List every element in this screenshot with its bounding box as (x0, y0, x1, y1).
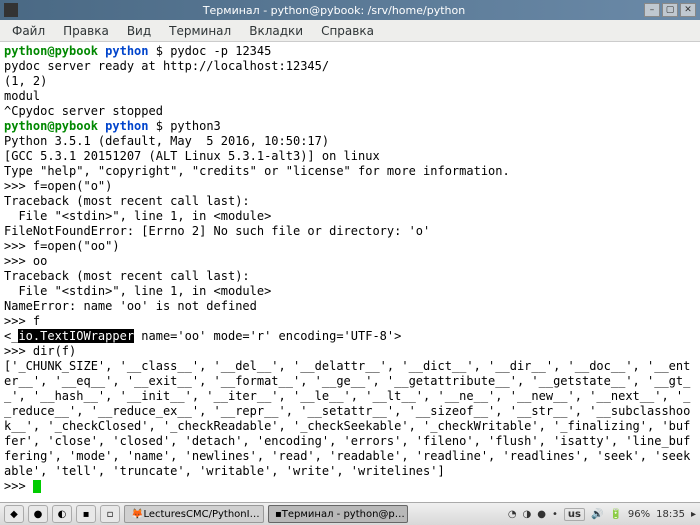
maximize-button[interactable]: ▢ (662, 3, 678, 17)
task-label: LecturesCMC/PythonI… (143, 509, 259, 520)
battery-icon[interactable]: 🔋 (609, 509, 621, 520)
error-line: FileNotFoundError: [Errno 2] No such fil… (4, 224, 430, 238)
taskbar-item-firefox[interactable]: 🦊 LecturesCMC/PythonI… (124, 505, 264, 523)
tray-icon[interactable]: ● (537, 509, 546, 520)
tray-icon[interactable]: ◔ (508, 509, 517, 520)
output-line: ^Cpydoc server stopped (4, 104, 163, 118)
prompt-dollar: $ (149, 119, 171, 133)
traceback-line: Traceback (most recent call last): (4, 269, 250, 283)
taskbar: ◆ ● ◐ ▪ ▫ 🦊 LecturesCMC/PythonI… ▪ Терми… (0, 502, 700, 525)
keyboard-indicator[interactable]: us (564, 508, 585, 521)
prompt-user: python@pybook (4, 119, 98, 133)
window-titlebar: Терминал - python@pybook: /srv/home/pyth… (0, 0, 700, 20)
error-line: NameError: name 'oo' is not defined (4, 299, 257, 313)
task-label: Терминал - python@p… (282, 509, 405, 520)
python-help: Type "help", "copyright", "credits" or "… (4, 164, 510, 178)
repl-input: f=open("oo") (33, 239, 120, 253)
wrapper-highlight: io.TextIOWrapper (18, 329, 134, 343)
output-line: (1, 2) (4, 74, 47, 88)
menu-file[interactable]: Файл (4, 22, 53, 40)
traceback-line: Traceback (most recent call last): (4, 194, 250, 208)
dir-output: ['_CHUNK_SIZE', '__class__', '__del__', … (4, 359, 690, 478)
start-button[interactable]: ◆ (4, 505, 24, 523)
terminal-content[interactable]: python@pybook python $ pydoc -p 12345 py… (0, 42, 700, 502)
tray-icon[interactable]: ▸ (691, 509, 696, 520)
output-line: modul (4, 89, 40, 103)
cmd-python3: python3 (170, 119, 221, 133)
cmd-pydoc: pydoc -p 12345 (170, 44, 271, 58)
repl-prompt: >>> (4, 179, 33, 193)
battery-percent: 96% (628, 509, 650, 520)
wrapper-post: name='oo' mode='r' encoding='UTF-8'> (134, 329, 401, 343)
repl-prompt: >>> (4, 314, 33, 328)
python-version: Python 3.5.1 (default, May 5 2016, 10:50… (4, 134, 329, 148)
menu-edit[interactable]: Правка (55, 22, 117, 40)
window-controls: – ▢ ✕ (644, 3, 696, 17)
repl-prompt: >>> (4, 479, 33, 493)
app-icon (4, 3, 18, 17)
repl-prompt: >>> (4, 239, 33, 253)
wrapper-pre: <_ (4, 329, 18, 343)
prompt-path: python (105, 119, 148, 133)
cursor (33, 480, 41, 493)
volume-icon[interactable]: 🔊 (591, 509, 603, 520)
output-line: pydoc server ready at http://localhost:1… (4, 59, 329, 73)
panel-button[interactable]: ▪ (76, 505, 96, 523)
close-button[interactable]: ✕ (680, 3, 696, 17)
tray-icon[interactable]: ◑ (523, 509, 532, 520)
panel-button[interactable]: ▫ (100, 505, 120, 523)
minimize-button[interactable]: – (644, 3, 660, 17)
repl-input: f=open("o") (33, 179, 112, 193)
prompt-user: python@pybook (4, 44, 98, 58)
window-title: Терминал - python@pybook: /srv/home/pyth… (24, 4, 644, 17)
menu-bar: Файл Правка Вид Терминал Вкладки Справка (0, 20, 700, 42)
prompt-path: python (105, 44, 148, 58)
menu-tabs[interactable]: Вкладки (241, 22, 311, 40)
repl-prompt: >>> (4, 344, 33, 358)
traceback-line: File "<stdin>", line 1, in <module> (4, 284, 271, 298)
menu-view[interactable]: Вид (119, 22, 159, 40)
menu-help[interactable]: Справка (313, 22, 382, 40)
menu-terminal[interactable]: Терминал (161, 22, 239, 40)
repl-input: dir(f) (33, 344, 76, 358)
repl-input: f (33, 314, 40, 328)
python-gcc: [GCC 5.3.1 20151207 (ALT Linux 5.3.1-alt… (4, 149, 380, 163)
panel-button[interactable]: ◐ (52, 505, 72, 523)
repl-prompt: >>> (4, 254, 33, 268)
traceback-line: File "<stdin>", line 1, in <module> (4, 209, 271, 223)
tray-icon[interactable]: • (552, 509, 558, 520)
panel-button[interactable]: ● (28, 505, 48, 523)
prompt-dollar: $ (149, 44, 171, 58)
taskbar-item-terminal[interactable]: ▪ Терминал - python@p… (268, 505, 408, 523)
system-tray: ◔ ◑ ● • us 🔊 🔋 96% 18:35 ▸ (508, 508, 696, 521)
clock[interactable]: 18:35 (656, 509, 685, 520)
repl-input: oo (33, 254, 47, 268)
